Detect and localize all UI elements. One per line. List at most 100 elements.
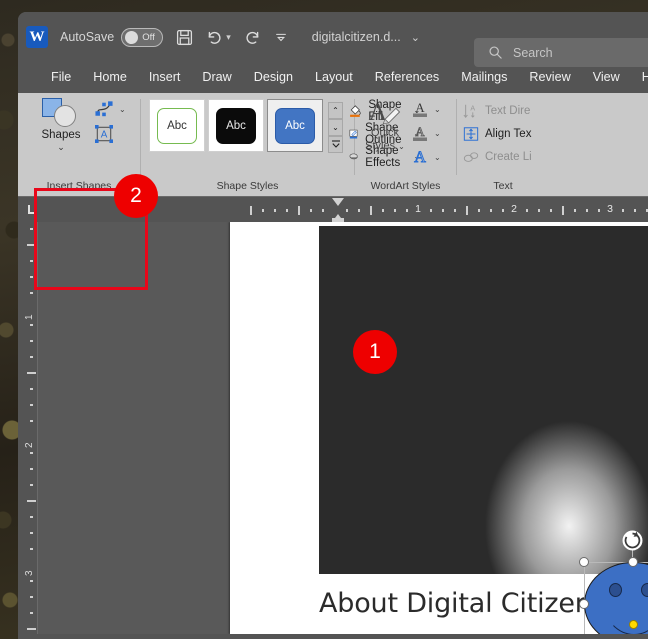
autosave-state-label: Off bbox=[142, 31, 155, 43]
tab-references[interactable]: References bbox=[364, 62, 450, 93]
draw-text-box-button[interactable]: A bbox=[94, 125, 126, 143]
svg-text:A: A bbox=[415, 100, 425, 115]
shapes-chevron-down-icon[interactable]: ⌄ bbox=[57, 142, 65, 153]
text-direction-button[interactable]: A Text Dire bbox=[457, 99, 530, 122]
tab-file[interactable]: File bbox=[40, 62, 82, 93]
search-icon bbox=[489, 46, 502, 59]
search-box[interactable]: Search bbox=[474, 38, 648, 67]
undo-icon[interactable]: ▾ bbox=[206, 29, 231, 46]
document-area: 1 2 3 About Digital Citizen bbox=[18, 222, 648, 634]
text-outline-button[interactable]: A ⌄ bbox=[411, 123, 441, 143]
smiley-right-eye bbox=[641, 583, 648, 597]
tab-home[interactable]: Home bbox=[82, 62, 138, 93]
autosave-toggle[interactable]: Off bbox=[121, 27, 164, 47]
vruler-number-2: 2 bbox=[24, 442, 35, 448]
document-image[interactable] bbox=[319, 226, 648, 574]
more-chevron-icon bbox=[331, 140, 340, 148]
shape-styles-gallery[interactable]: Abc Abc Abc ⌃ ⌄ bbox=[149, 98, 343, 153]
shapes-icon bbox=[40, 97, 82, 127]
ribbon: Shapes ⌄ ⌄ A Insert Shapes Abc Abc Abc ⌃… bbox=[18, 93, 648, 290]
text-fill-icon: A bbox=[413, 100, 427, 117]
autosave-label: AutoSave bbox=[60, 30, 115, 44]
rotate-handle-icon[interactable] bbox=[622, 530, 643, 551]
resize-handle-top-left[interactable] bbox=[579, 557, 589, 567]
horizontal-ruler[interactable]: 1 2 3 bbox=[18, 196, 648, 222]
document-name-chevron-down-icon[interactable]: ⌄ bbox=[411, 31, 420, 44]
create-link-button[interactable]: Create Li bbox=[457, 145, 532, 168]
first-line-indent-marker[interactable] bbox=[332, 198, 344, 206]
undo-caret-icon[interactable]: ▾ bbox=[226, 32, 231, 42]
tab-insert[interactable]: Insert bbox=[138, 62, 192, 93]
selected-shape-container[interactable] bbox=[574, 530, 648, 634]
vruler-number-3: 3 bbox=[24, 570, 35, 576]
search-placeholder: Search bbox=[513, 45, 553, 60]
wordart-quick-styles-button[interactable]: A Quick Styles ⌄ bbox=[361, 97, 409, 153]
redo-icon[interactable] bbox=[244, 29, 261, 46]
shape-style-thumb-1[interactable]: Abc bbox=[149, 99, 205, 152]
document-canvas[interactable]: About Digital Citizen bbox=[38, 222, 648, 634]
customize-quick-access-icon[interactable] bbox=[274, 30, 288, 44]
group-label-text: Text bbox=[493, 180, 513, 192]
quick-styles-chevron-down-icon[interactable]: ⌄ bbox=[398, 142, 405, 151]
group-wordart-styles: A Quick Styles ⌄ A ⌄ A ⌄ A ⌄ WordArt Sty… bbox=[355, 93, 456, 196]
quick-styles-label-line1: Quick bbox=[370, 127, 400, 139]
shape-style-thumb-2[interactable]: Abc bbox=[208, 99, 264, 152]
shape-style-preview-fill-blue: Abc bbox=[275, 107, 315, 144]
gallery-scroll-up-button[interactable]: ⌃ bbox=[328, 102, 343, 119]
tab-layout[interactable]: Layout bbox=[304, 62, 364, 93]
draw-text-box-icon: A bbox=[95, 125, 113, 143]
smiley-mouth bbox=[604, 603, 648, 634]
create-link-label: Create Li bbox=[485, 150, 532, 163]
gallery-more-button[interactable] bbox=[328, 136, 343, 153]
resize-handle-middle-left[interactable] bbox=[579, 599, 589, 609]
text-fill-button[interactable]: A ⌄ bbox=[411, 99, 441, 119]
svg-text:A: A bbox=[415, 124, 425, 139]
edit-shape-chevron-down-icon[interactable]: ⌄ bbox=[119, 105, 126, 114]
resize-handle-top-center[interactable] bbox=[628, 557, 638, 567]
edit-shape-icon bbox=[95, 101, 113, 117]
group-label-shape-styles: Shape Styles bbox=[216, 180, 279, 192]
vruler-number-1: 1 bbox=[24, 314, 35, 320]
shape-style-preview-fill-black: Abc bbox=[216, 107, 256, 144]
autosave-toggle-knob bbox=[125, 30, 139, 44]
document-heading[interactable]: About Digital Citizen bbox=[319, 588, 592, 619]
shape-style-thumb-3[interactable]: Abc bbox=[267, 99, 323, 152]
text-effects-chevron-down-icon[interactable]: ⌄ bbox=[434, 153, 441, 162]
text-fill-chevron-down-icon[interactable]: ⌄ bbox=[434, 105, 441, 114]
text-direction-icon: A bbox=[463, 104, 475, 118]
tab-draw[interactable]: Draw bbox=[191, 62, 242, 93]
smiley-left-eye bbox=[609, 583, 622, 597]
wordart-quick-styles-icon: A bbox=[369, 97, 401, 126]
word-application-window: W AutoSave Off ▾ digitalcitizen.d... ⌄ S… bbox=[18, 12, 648, 639]
svg-text:A: A bbox=[414, 149, 426, 166]
text-effects-icon: A bbox=[414, 149, 427, 167]
svg-text:A: A bbox=[470, 104, 475, 112]
shapes-button[interactable]: Shapes ⌄ bbox=[30, 97, 92, 153]
word-logo-icon: W bbox=[26, 26, 48, 48]
vertical-ruler[interactable]: 1 2 3 bbox=[18, 222, 38, 634]
text-outline-icon: A bbox=[413, 124, 427, 141]
edit-shape-button[interactable]: ⌄ bbox=[94, 100, 126, 118]
align-text-button[interactable]: Align Tex bbox=[457, 122, 531, 145]
annotation-badge-1: 1 bbox=[353, 330, 397, 374]
text-direction-label: Text Dire bbox=[485, 104, 531, 117]
adjust-handle-mouth[interactable] bbox=[629, 620, 638, 629]
portrait-photo-content bbox=[319, 226, 648, 574]
document-page[interactable]: About Digital Citizen bbox=[230, 222, 648, 634]
svg-text:A: A bbox=[101, 130, 108, 141]
quick-styles-label-line2: Styles bbox=[365, 140, 396, 152]
text-effects-button[interactable]: A ⌄ bbox=[411, 147, 441, 167]
save-icon[interactable] bbox=[176, 29, 193, 46]
annotation-badge-2: 2 bbox=[114, 174, 158, 218]
text-outline-chevron-down-icon[interactable]: ⌄ bbox=[434, 129, 441, 138]
ruler-number-2: 2 bbox=[511, 203, 517, 215]
gallery-scroll-down-button[interactable]: ⌄ bbox=[328, 119, 343, 136]
title-bar: W AutoSave Off ▾ digitalcitizen.d... ⌄ S… bbox=[18, 12, 648, 67]
document-name-label[interactable]: digitalcitizen.d... bbox=[312, 30, 401, 44]
group-shape-styles: Abc Abc Abc ⌃ ⌄ Shape Fill ⌄ Shape Outli… bbox=[141, 93, 420, 196]
align-text-label: Align Tex bbox=[485, 127, 532, 140]
create-link-icon bbox=[463, 151, 479, 162]
tab-design[interactable]: Design bbox=[243, 62, 304, 93]
shape-style-preview-outline-green: Abc bbox=[157, 107, 197, 144]
ruler-number-3: 3 bbox=[607, 203, 613, 215]
